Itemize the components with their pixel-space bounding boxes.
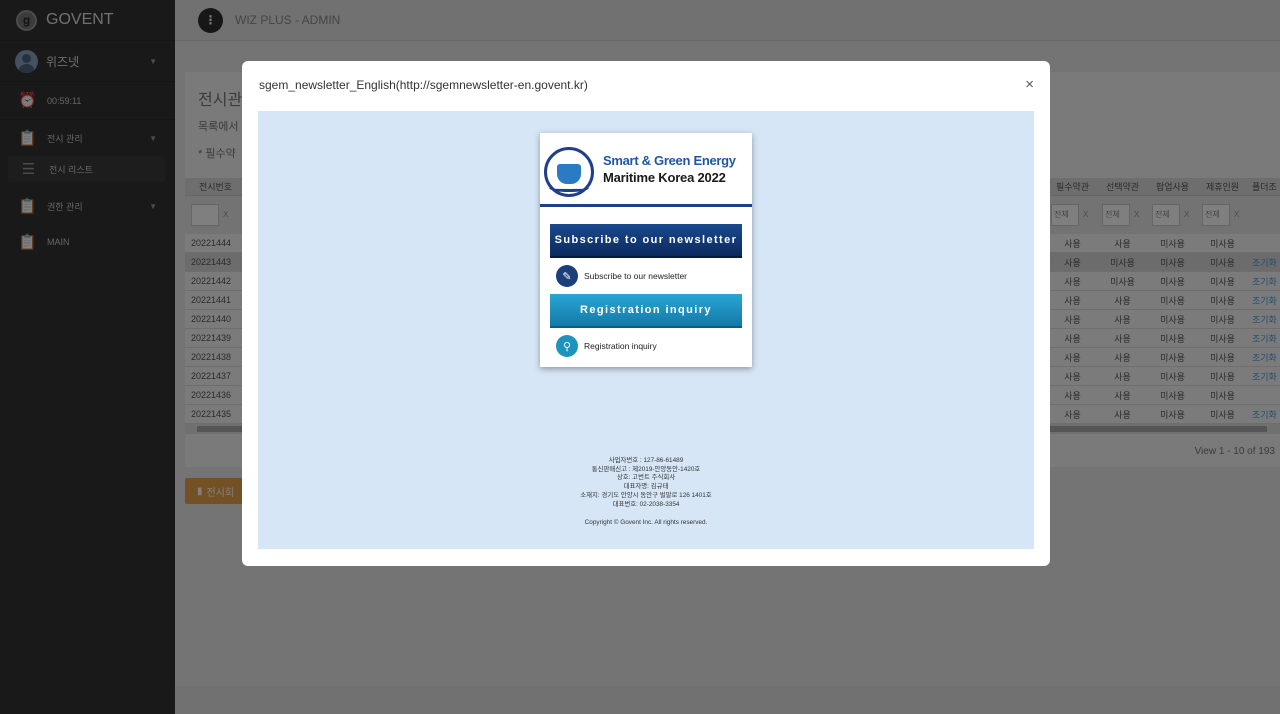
registration-inquiry-button[interactable]: Registration inquiry [550, 294, 742, 328]
company-info-line: 사업자번호 : 127-86-61489 [608, 457, 684, 464]
company-info-line: 상호: 고번트 주식회사 [616, 474, 676, 482]
modal-title: sgem_newsletter_English(http://sgemnewsl… [259, 78, 588, 92]
company-info-line: 소재지: 경기도 안양시 동안구 벌말로 126 1401호 [580, 491, 712, 499]
company-info: 사업자번호 : 127-86-61489 통신판매신고 : 제2019-안양동안… [258, 457, 1034, 509]
pencil-icon: ✎ [556, 265, 578, 287]
event-logo: Smart & Green Energy Maritime Korea 2022 [540, 133, 752, 207]
logo-line-1: Smart & Green Energy [603, 153, 736, 168]
newsletter-preview: Smart & Green Energy Maritime Korea 2022… [258, 111, 1034, 549]
company-info-line: 대표번호: 02-2038-3354 [612, 500, 680, 508]
subscribe-button[interactable]: Subscribe to our newsletter [550, 224, 742, 258]
company-info-line: 대표자명: 김규태 [623, 483, 669, 491]
registration-inquiry-link-label: Registration inquiry [584, 341, 657, 351]
newsletter-card: Smart & Green Energy Maritime Korea 2022… [540, 133, 752, 367]
logo-line-2: Maritime Korea 2022 [603, 170, 726, 185]
ship-emblem-icon [544, 147, 594, 197]
search-icon: ⚲ [556, 335, 578, 357]
preview-modal: sgem_newsletter_English(http://sgemnewsl… [242, 61, 1050, 566]
close-button[interactable]: × [1025, 77, 1034, 92]
subscribe-link-label: Subscribe to our newsletter [584, 271, 687, 281]
subscribe-link[interactable]: ✎ Subscribe to our newsletter [556, 264, 687, 288]
copyright: Copyright © Govent Inc. All rights reser… [584, 519, 708, 526]
registration-inquiry-link[interactable]: ⚲ Registration inquiry [556, 334, 657, 358]
